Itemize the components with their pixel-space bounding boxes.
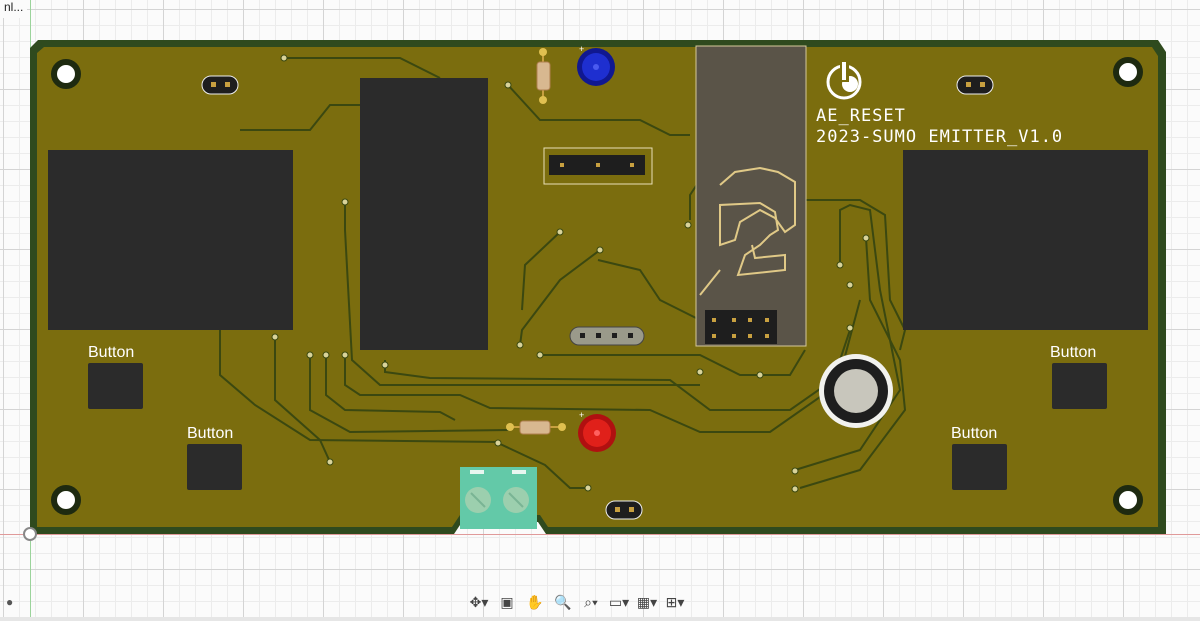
module-header bbox=[705, 310, 777, 344]
navigation-toolbar: ✥▾ ▣ ✋ 🔍 ⌕▾ ▭▾ ▦▾ ⊞▾ bbox=[468, 592, 686, 612]
terminal-block bbox=[460, 467, 537, 529]
jumper-left bbox=[201, 75, 239, 95]
orbit-icon[interactable]: ✥▾ bbox=[468, 593, 490, 611]
mcu-module bbox=[695, 45, 807, 347]
button-label-2: Button bbox=[187, 425, 234, 442]
status-indicator-icon[interactable]: ● bbox=[6, 595, 13, 609]
statusbar: ● bbox=[0, 592, 36, 612]
svg-text:+: + bbox=[579, 44, 584, 54]
button-label-1: Button bbox=[88, 344, 135, 361]
look-at-icon[interactable]: ▣ bbox=[496, 593, 518, 611]
pan-icon[interactable]: ✋ bbox=[524, 593, 546, 611]
pcb-board[interactable]: + + bbox=[0, 0, 1200, 621]
fit-icon[interactable]: ⌕▾ bbox=[580, 593, 602, 611]
zoom-icon[interactable]: 🔍 bbox=[552, 593, 574, 611]
jumper-bottom bbox=[605, 500, 643, 520]
button-pad-4 bbox=[952, 444, 1007, 490]
buzzer bbox=[819, 354, 893, 428]
silkscreen-line-2: 2023-SUMO EMITTER_V1.0 bbox=[816, 127, 1064, 147]
button-label-3: Button bbox=[1050, 344, 1097, 361]
window-bottom-edge bbox=[0, 617, 1200, 621]
display-settings-icon[interactable]: ▭▾ bbox=[608, 593, 630, 611]
svg-text:+: + bbox=[579, 410, 584, 420]
jumper-right bbox=[956, 75, 994, 95]
silkscreen-line-1: AE_RESET bbox=[816, 106, 906, 126]
button-pad-3 bbox=[1052, 363, 1107, 409]
origin-marker-icon bbox=[23, 527, 37, 541]
grid-settings-icon[interactable]: ▦▾ bbox=[636, 593, 658, 611]
left-large-pad bbox=[48, 150, 293, 330]
ic-footprint bbox=[360, 78, 488, 350]
right-large-pad bbox=[903, 150, 1148, 330]
button-pad-2 bbox=[187, 444, 242, 490]
button-label-4: Button bbox=[951, 425, 998, 442]
viewports-icon[interactable]: ⊞▾ bbox=[664, 593, 686, 611]
button-pad-1 bbox=[88, 363, 143, 409]
